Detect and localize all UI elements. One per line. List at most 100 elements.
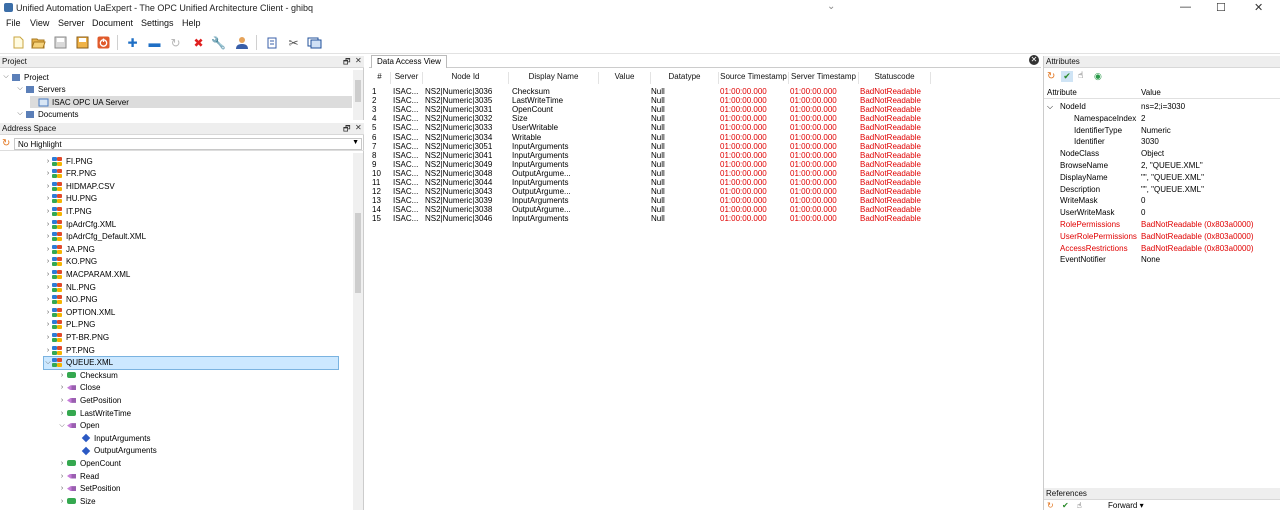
refresh-icon[interactable]: ↻ bbox=[1047, 501, 1054, 510]
tree-item-fi-png[interactable]: › FI.PNG bbox=[44, 155, 93, 167]
chevron-right-icon[interactable]: › bbox=[44, 271, 52, 278]
pointer-icon[interactable]: ☝ bbox=[1078, 70, 1083, 81]
tree-item-option-xml[interactable]: › OPTION.XML bbox=[44, 306, 115, 318]
chevron-right-icon[interactable]: › bbox=[44, 183, 52, 190]
tree-item-ipadrcfg-xml[interactable]: › IpAdrCfg.XML bbox=[44, 218, 116, 230]
check-icon[interactable]: ✔ bbox=[1061, 71, 1073, 82]
chevron-right-icon[interactable]: › bbox=[58, 460, 66, 467]
chevron-right-icon[interactable]: › bbox=[58, 410, 66, 417]
dropdown-arrow-icon[interactable]: ▼ bbox=[352, 139, 359, 146]
chevron-right-icon[interactable]: › bbox=[58, 397, 66, 404]
remove-icon[interactable]: ▬ bbox=[147, 35, 162, 50]
record-icon[interactable]: ◉ bbox=[1094, 71, 1102, 82]
menu-document[interactable]: Document bbox=[92, 18, 133, 28]
column-header-value[interactable]: Value bbox=[599, 72, 651, 84]
tree-item-project[interactable]: ⌵ Project bbox=[2, 71, 49, 83]
tree-item-outputarguments[interactable]: OutputArguments bbox=[72, 445, 157, 457]
column-header-datatype[interactable]: Datatype bbox=[651, 72, 719, 84]
tree-item-opencount[interactable]: › OpenCount bbox=[58, 457, 121, 469]
tree-item-no-png[interactable]: › NO.PNG bbox=[44, 294, 98, 306]
chevron-right-icon[interactable]: › bbox=[58, 498, 66, 505]
project-scrollbar[interactable] bbox=[353, 70, 363, 120]
tree-item-setposition[interactable]: › SetPosition bbox=[58, 483, 121, 495]
power-icon[interactable] bbox=[96, 35, 111, 50]
chevron-down-icon[interactable]: ⌵ bbox=[2, 73, 10, 81]
menu-help[interactable]: Help bbox=[182, 18, 201, 28]
tree-item-queue-xml[interactable]: ⌵ QUEUE.XML bbox=[43, 355, 339, 370]
disconnect-icon[interactable]: ✖ bbox=[191, 35, 206, 50]
minimize-button[interactable]: — bbox=[1180, 1, 1191, 13]
tree-item-hu-png[interactable]: › HU.PNG bbox=[44, 193, 97, 205]
tree-item-isac-server[interactable]: ISAC OPC UA Server bbox=[30, 96, 352, 108]
chevron-right-icon[interactable]: › bbox=[44, 195, 52, 202]
tree-item-ja-png[interactable]: › JA.PNG bbox=[44, 243, 95, 255]
column-value[interactable]: Value bbox=[1141, 87, 1161, 99]
chevron-right-icon[interactable]: › bbox=[44, 170, 52, 177]
chevron-right-icon[interactable]: › bbox=[44, 246, 52, 253]
close-icon[interactable]: ✕ bbox=[1029, 55, 1039, 65]
save-as-icon[interactable] bbox=[75, 35, 90, 50]
tree-item-read[interactable]: › Read bbox=[58, 470, 99, 482]
column-header-server[interactable]: Server bbox=[391, 72, 423, 84]
chevron-right-icon[interactable]: › bbox=[58, 384, 66, 391]
dropdown-arrow-icon[interactable]: ▾ bbox=[1140, 501, 1144, 510]
tab-data-access-view[interactable]: Data Access View bbox=[371, 55, 447, 68]
tree-item-getposition[interactable]: › GetPosition bbox=[58, 394, 122, 406]
close-window-button[interactable]: ✕ bbox=[1254, 1, 1263, 14]
add-icon[interactable]: ✚ bbox=[125, 35, 140, 50]
float-panel-button[interactable]: 🗗 bbox=[343, 123, 351, 137]
tree-item-inputarguments[interactable]: InputArguments bbox=[72, 432, 150, 444]
chevron-down-icon[interactable]: ⌵ bbox=[58, 422, 66, 430]
refresh-icon[interactable]: ↻ bbox=[2, 138, 10, 149]
column-header-source-timestamp[interactable]: Source Timestamp bbox=[719, 72, 789, 84]
highlight-select[interactable]: No Highlight ▼ bbox=[14, 138, 362, 150]
chevron-right-icon[interactable]: › bbox=[44, 258, 52, 265]
tree-item-open[interactable]: ⌵ Open bbox=[58, 420, 99, 432]
chevron-right-icon[interactable]: › bbox=[44, 296, 52, 303]
chevron-right-icon[interactable]: › bbox=[44, 284, 52, 291]
chevron-down-icon[interactable]: ⌵ bbox=[16, 85, 24, 93]
refresh-icon[interactable]: ↻ bbox=[1047, 71, 1055, 82]
tree-item-documents[interactable]: ⌵ Documents bbox=[16, 108, 78, 120]
tree-item-fr-png[interactable]: › FR.PNG bbox=[44, 168, 96, 180]
chevron-down-icon[interactable]: ⌵ bbox=[16, 110, 24, 118]
open-folder-icon[interactable] bbox=[31, 35, 46, 50]
check-icon[interactable]: ✔ bbox=[1062, 501, 1069, 510]
pointer-icon[interactable]: ☝ bbox=[1077, 501, 1082, 510]
chevron-right-icon[interactable]: › bbox=[58, 372, 66, 379]
tree-item-it-png[interactable]: › IT.PNG bbox=[44, 205, 92, 217]
chevron-right-icon[interactable]: › bbox=[58, 473, 66, 480]
menu-settings[interactable]: Settings bbox=[141, 18, 174, 28]
column-attribute[interactable]: Attribute bbox=[1047, 87, 1077, 99]
chevron-right-icon[interactable]: › bbox=[58, 485, 66, 492]
tree-item-nl-png[interactable]: › NL.PNG bbox=[44, 281, 96, 293]
menu-view[interactable]: View bbox=[30, 18, 49, 28]
new-document-icon[interactable] bbox=[11, 35, 26, 50]
chevron-down-icon[interactable]: ⌄ bbox=[827, 1, 835, 12]
chevron-right-icon[interactable]: › bbox=[44, 158, 52, 165]
chevron-down-icon[interactable]: ⌵ bbox=[1047, 101, 1053, 113]
tree-item-lastwritetime[interactable]: › LastWriteTime bbox=[58, 407, 131, 419]
close-panel-button[interactable]: ✕ bbox=[355, 56, 362, 65]
tree-item-pt-br-png[interactable]: › PT-BR.PNG bbox=[44, 331, 109, 343]
tree-item-ipadrcfg-default-xml[interactable]: › IpAdrCfg_Default.XML bbox=[44, 231, 146, 243]
tree-item-size[interactable]: › Size bbox=[58, 495, 96, 507]
chevron-right-icon[interactable]: › bbox=[44, 221, 52, 228]
user-icon[interactable] bbox=[234, 35, 249, 50]
column-header-display-name[interactable]: Display Name bbox=[509, 72, 599, 84]
tree-item-close[interactable]: › Close bbox=[58, 382, 101, 394]
save-icon[interactable] bbox=[53, 35, 68, 50]
float-panel-button[interactable]: 🗗 bbox=[343, 56, 351, 70]
chevron-right-icon[interactable]: › bbox=[44, 233, 52, 240]
tree-item-pt-png[interactable]: › PT.PNG bbox=[44, 344, 95, 356]
chevron-down-icon[interactable]: ⌵ bbox=[44, 359, 52, 367]
tree-item-hidmap-csv[interactable]: › HIDMAP.CSV bbox=[44, 180, 115, 192]
tools-icon[interactable]: 🔧 bbox=[211, 35, 226, 50]
tree-item-pl-png[interactable]: › PL.PNG bbox=[44, 319, 95, 331]
menu-file[interactable]: File bbox=[6, 18, 21, 28]
cut-icon[interactable]: ✂ bbox=[286, 35, 301, 50]
column-header--[interactable]: # bbox=[369, 72, 391, 84]
tree-item-macparam-xml[interactable]: › MACPARAM.XML bbox=[44, 268, 130, 280]
chevron-right-icon[interactable]: › bbox=[44, 321, 52, 328]
chevron-right-icon[interactable]: › bbox=[44, 347, 52, 354]
